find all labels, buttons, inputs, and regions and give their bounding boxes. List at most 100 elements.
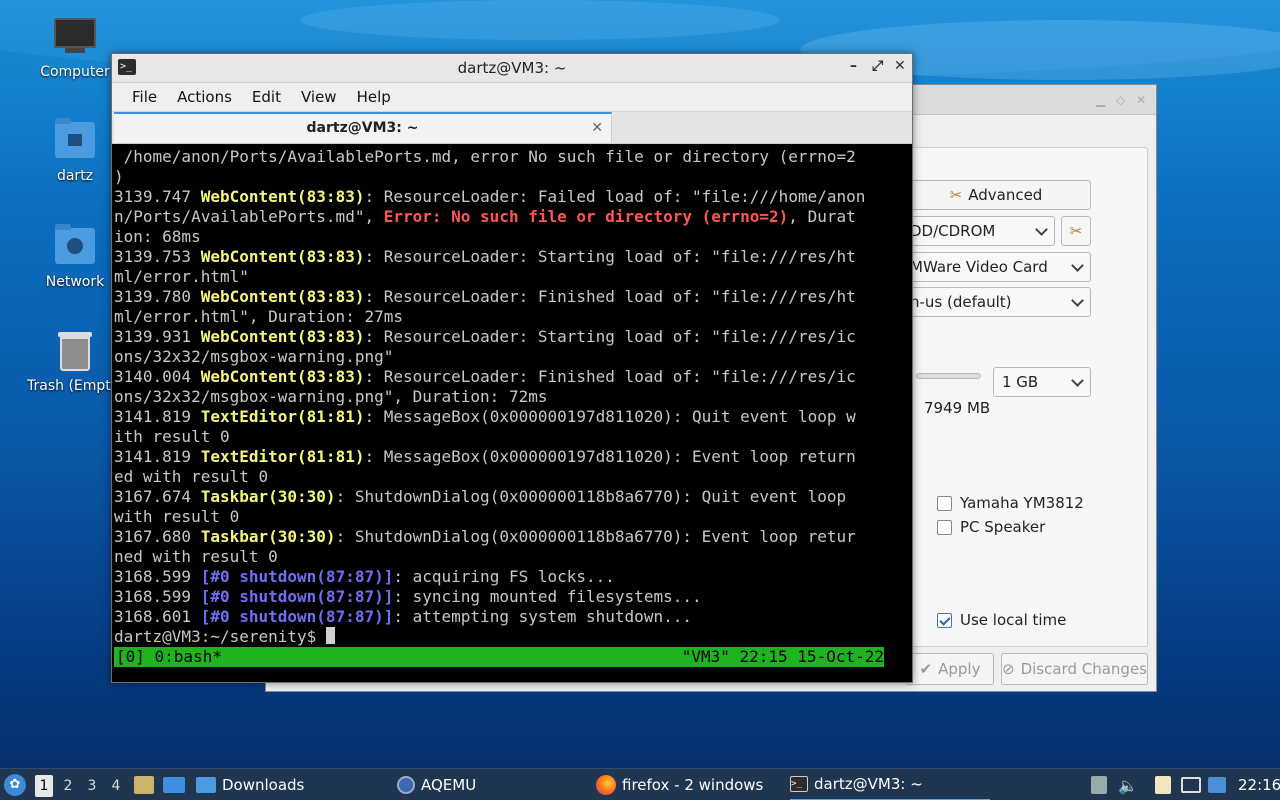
- cdrom-combo[interactable]: DD/CDROM: [901, 216, 1055, 246]
- menu-help[interactable]: Help: [347, 88, 401, 106]
- workspace-1[interactable]: 1: [35, 775, 53, 797]
- apply-button[interactable]: ✔ Apply: [906, 653, 994, 685]
- terminal-line: 3139.931 WebContent(83:83): ResourceLoad…: [114, 327, 856, 346]
- terminal-titlebar[interactable]: >_ dartz@VM3: ~ – ⤢ ✕: [112, 54, 912, 83]
- terminal-icon: >_: [790, 776, 808, 792]
- minimize-icon[interactable]: –: [850, 58, 857, 74]
- terminal-line: 3139.747 WebContent(83:83): ResourceLoad…: [114, 187, 866, 206]
- minimize-icon[interactable]: ▁: [1096, 93, 1105, 107]
- check-icon: ✔: [919, 660, 933, 678]
- window-title: dartz@VM3: ~: [457, 59, 567, 77]
- sound-speaker-checkbox[interactable]: PC Speaker: [937, 518, 1045, 536]
- terminal-line: 3139.780 WebContent(83:83): ResourceLoad…: [114, 287, 856, 306]
- tmux-window-list[interactable]: [0] 0:bash*: [116, 647, 222, 667]
- cdrom-tools-button[interactable]: ✂: [1061, 216, 1091, 246]
- terminal-line: 3167.674 Taskbar(30:30): ShutdownDialog(…: [114, 487, 847, 506]
- cancel-icon: ⊘: [1002, 660, 1015, 678]
- desktop-icon-label: Trash (Empty): [27, 378, 125, 394]
- terminal-window: >_ dartz@VM3: ~ – ⤢ ✕ File Actions Edit …: [111, 53, 913, 683]
- menubar: File Actions Edit View Help: [112, 83, 912, 112]
- task-firefox[interactable]: firefox - 2 windows: [596, 769, 763, 800]
- desktop-icon-network[interactable]: Network: [27, 224, 123, 290]
- desktop-icon-computer[interactable]: Computer: [27, 18, 123, 80]
- desktop-icon-trash[interactable]: Trash (Empty): [27, 332, 125, 394]
- tray-network[interactable]: [1181, 769, 1201, 800]
- tray-volume[interactable]: 🔈: [1118, 769, 1138, 800]
- network-icon: [1181, 777, 1201, 793]
- desktop-icon-label: Computer: [40, 64, 110, 80]
- workspace-3[interactable]: 3: [83, 775, 101, 797]
- shell-prompt: dartz@VM3:~/serenity$: [114, 627, 326, 646]
- menu-file[interactable]: File: [122, 88, 167, 106]
- memory-slider[interactable]: [916, 373, 981, 379]
- notification-icon: [1208, 777, 1226, 793]
- tray-updates[interactable]: [1091, 769, 1107, 800]
- keyboard-combo[interactable]: n-us (default): [901, 287, 1091, 317]
- use-local-time-checkbox[interactable]: Use local time: [937, 611, 1066, 629]
- task-aqemu[interactable]: AQEMU: [397, 769, 476, 800]
- memory-total-label: 7949 MB: [924, 399, 991, 417]
- terminal-line: ion: 68ms: [114, 227, 201, 246]
- terminal-line: 3141.819 TextEditor(81:81): MessageBox(0…: [114, 407, 856, 426]
- tab-bar: dartz@VM3: ~ ✕: [112, 112, 912, 144]
- terminal-line: 3168.599 [#0 shutdown(87:87)]: syncing m…: [114, 587, 702, 606]
- task-terminal[interactable]: >_ dartz@VM3: ~: [790, 769, 990, 800]
- terminal-line: ): [114, 167, 124, 186]
- folder-icon: [196, 777, 216, 793]
- video-combo[interactable]: MWare Video Card: [901, 252, 1091, 282]
- tray-notifications[interactable]: [1208, 769, 1226, 800]
- desktop-icon-label: dartz: [56, 168, 94, 184]
- tools-icon: ✂: [1069, 222, 1083, 240]
- desktop-launcher[interactable]: [163, 769, 185, 800]
- terminal-line: ed with result 0: [114, 467, 269, 486]
- terminal-line: ml/error.html": [114, 267, 249, 286]
- show-desktop-button[interactable]: [134, 769, 154, 800]
- memory-combo[interactable]: 1 GB: [993, 367, 1091, 397]
- text-cursor: [325, 627, 335, 644]
- tmux-status-bar: [0] 0:bash* "VM3" 22:15 15-Oct-22: [114, 647, 884, 667]
- task-downloads[interactable]: Downloads: [196, 769, 304, 800]
- eject-icon: [1091, 776, 1107, 794]
- discard-changes-button[interactable]: ⊘ Discard Changes: [1001, 653, 1148, 685]
- close-tab-icon[interactable]: ✕: [591, 114, 603, 142]
- taskbar: ✿ 1 2 3 4 Downloads AQEMU firefox - 2 wi…: [0, 768, 1280, 800]
- terminal-line: 3141.819 TextEditor(81:81): MessageBox(0…: [114, 447, 856, 466]
- terminal-output[interactable]: /home/anon/Ports/AvailablePorts.md, erro…: [114, 147, 886, 667]
- computer-icon: [53, 18, 97, 58]
- workspace-2[interactable]: 2: [59, 775, 77, 797]
- desktop-icon-home[interactable]: dartz: [27, 118, 123, 184]
- advanced-button[interactable]: ✂ Advanced: [901, 180, 1091, 210]
- network-folder-icon: [53, 224, 97, 268]
- clock[interactable]: 22:16: [1238, 769, 1280, 800]
- trash-icon: [53, 332, 97, 372]
- sound-yamaha-checkbox[interactable]: Yamaha YM3812: [937, 494, 1084, 512]
- menu-actions[interactable]: Actions: [167, 88, 242, 106]
- maximize-icon[interactable]: ⤢: [872, 58, 883, 74]
- terminal-line: 3140.004 WebContent(83:83): ResourceLoad…: [114, 367, 856, 386]
- terminal-line: 3139.753 WebContent(83:83): ResourceLoad…: [114, 247, 856, 266]
- tray-clipboard[interactable]: [1155, 769, 1171, 800]
- menu-view[interactable]: View: [291, 88, 347, 106]
- firefox-icon: [596, 775, 616, 795]
- volume-icon: 🔈: [1118, 775, 1138, 795]
- terminal-line: ned with result 0: [114, 547, 278, 566]
- maximize-icon[interactable]: ◇: [1116, 93, 1125, 107]
- aqemu-icon: [397, 776, 415, 794]
- workspace-4[interactable]: 4: [107, 775, 125, 797]
- close-icon[interactable]: ✕: [894, 58, 906, 74]
- terminal-line: 3168.599 [#0 shutdown(87:87)]: acquiring…: [114, 567, 615, 586]
- home-folder-icon: [53, 118, 97, 162]
- terminal-line: 3168.601 [#0 shutdown(87:87)]: attemptin…: [114, 607, 692, 626]
- start-menu-button[interactable]: ✿: [4, 769, 26, 800]
- terminal-line: ons/32x32/msgbox-warning.png": [114, 347, 394, 366]
- menu-edit[interactable]: Edit: [242, 88, 291, 106]
- clipboard-icon: [1155, 776, 1171, 794]
- file-manager-icon: [134, 776, 154, 794]
- terminal-tab[interactable]: dartz@VM3: ~ ✕: [114, 112, 612, 143]
- terminal-line: /home/anon/Ports/AvailablePorts.md, erro…: [114, 147, 856, 166]
- close-icon[interactable]: ✕: [1136, 93, 1146, 107]
- terminal-prompt-line: dartz@VM3:~/serenity$: [114, 627, 886, 647]
- terminal-line: ml/error.html", Duration: 27ms: [114, 307, 403, 326]
- terminal-line: with result 0: [114, 507, 240, 526]
- terminal-line: 3167.680 Taskbar(30:30): ShutdownDialog(…: [114, 527, 856, 546]
